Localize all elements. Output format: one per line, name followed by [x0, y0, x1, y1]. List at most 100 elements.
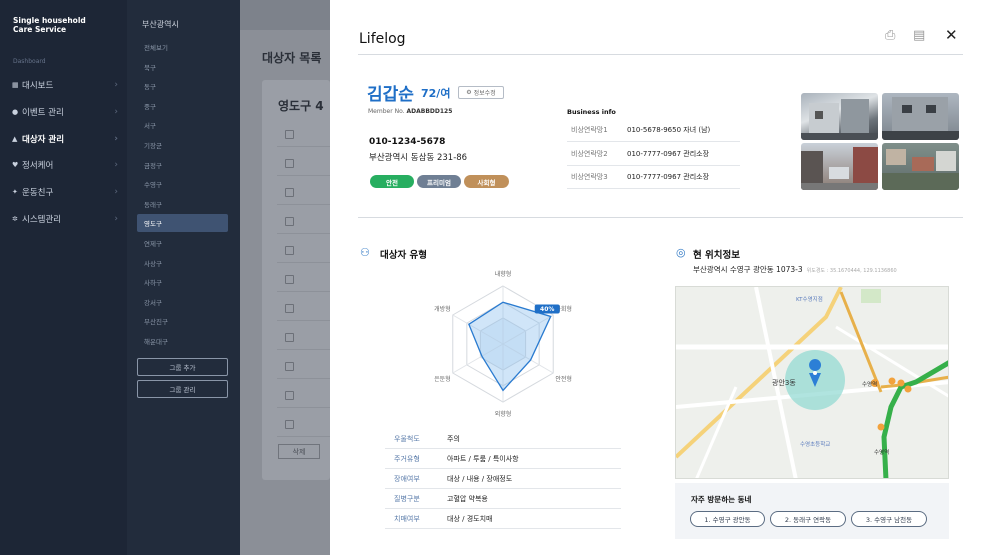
row-divider [277, 320, 330, 321]
row-checkbox[interactable] [285, 217, 294, 226]
row-checkbox[interactable] [285, 188, 294, 197]
nav-item-2[interactable]: ▲ 대상자 관리 › [12, 131, 118, 147]
row-divider [277, 349, 330, 350]
frequent-area-pill[interactable]: 1. 수영구 광안동 [690, 511, 765, 527]
background-card [262, 80, 330, 480]
grid-icon: ▦ [12, 81, 19, 89]
row-checkbox[interactable] [285, 246, 294, 255]
brand-logo: Single household Care Service [13, 16, 86, 34]
nav-item-label: 대상자 관리 [22, 135, 65, 145]
nav-item-label: 운동친구 [22, 188, 54, 198]
delete-button[interactable]: 삭제 [278, 444, 320, 459]
add-group-button[interactable]: 그룹 추가 [137, 358, 228, 376]
subnav-item[interactable]: 부산진구 [137, 312, 228, 330]
profile-phone: 010-1234-5678 [369, 137, 446, 147]
type-info-label: 우울척도 [394, 434, 420, 443]
emergency-contact-label: 비상연락망2 [571, 149, 608, 158]
person-icon: ⚇ [360, 246, 370, 259]
subnav-item[interactable]: 사하구 [137, 273, 228, 291]
subnav-item[interactable]: 해운대구 [137, 332, 228, 350]
row-checkbox[interactable] [285, 391, 294, 400]
row-checkbox[interactable] [285, 420, 294, 429]
radar-axis-label: 안전형 [555, 375, 572, 383]
map-kt-label: KT수영지점 [796, 297, 823, 303]
profile-tag: 사회형 [464, 175, 509, 188]
type-info-label: 주거유형 [394, 454, 420, 463]
subnav-item[interactable]: 전체보기 [137, 38, 228, 56]
type-info-value: 주의 [447, 434, 460, 443]
location-address: 부산광역시 수영구 광안동 1073-3 위도경도 : 35.1670444, 1… [693, 264, 897, 275]
subnav-item[interactable]: 강서구 [137, 293, 228, 311]
save-icon[interactable]: ▤ [913, 28, 925, 43]
house-photo-1[interactable] [801, 93, 878, 140]
subnav-item[interactable]: 동구 [137, 77, 228, 95]
heart-icon: ♥ [12, 161, 19, 169]
subnav-item[interactable]: 수영구 [137, 175, 228, 193]
type-info-value: 대상 / 내용 / 장애정도 [447, 474, 513, 483]
section-divider [358, 217, 963, 218]
member-number-value: ADABBDD125 [406, 108, 453, 115]
house-photo-3[interactable] [801, 143, 878, 190]
print-icon[interactable]: ⎙ [885, 28, 895, 43]
run-icon: ✦ [12, 188, 18, 196]
manage-group-button[interactable]: 그룹 관리 [137, 380, 228, 398]
location-section-title: 현 위치정보 [693, 250, 741, 261]
type-info-value: 아파트 / 투룸 / 특이사항 [447, 454, 519, 463]
subnav-item[interactable]: 연제구 [137, 234, 228, 252]
subnav-item[interactable]: 영도구 [137, 214, 228, 233]
type-info-value: 고혈압 약복용 [447, 494, 488, 503]
map-station-label: 수영역 [862, 382, 878, 388]
map-area-label: 광안3동 [772, 379, 796, 387]
location-map[interactable]: 광안3동 수영역 수영역 수영초등학교 KT수영지점 [675, 286, 949, 479]
house-photo-4[interactable] [882, 143, 959, 190]
subnav-item[interactable]: 사상구 [137, 254, 228, 272]
subnav-item[interactable]: 중구 [137, 97, 228, 115]
row-checkbox[interactable] [285, 362, 294, 371]
profile-tag: 프리미엄 [417, 175, 461, 188]
nav-item-1[interactable]: ● 이벤트 관리 › [12, 104, 118, 120]
row-divider [277, 407, 330, 408]
nav-item-3[interactable]: ♥ 정서케어 › [12, 157, 118, 173]
house-photo-2[interactable] [882, 93, 959, 140]
radar-data-area [468, 301, 552, 392]
emergency-contact-row: 비상연락망3 010-7777-0967 관리소장 [567, 166, 740, 189]
row-checkbox[interactable] [285, 333, 294, 342]
member-number-label: Member No. [368, 108, 405, 115]
frequent-visit-title: 자주 방문하는 동네 [691, 495, 752, 504]
frequent-area-pill[interactable]: 2. 동래구 연락동 [770, 511, 846, 527]
row-divider [277, 291, 330, 292]
frequent-area-pill[interactable]: 3. 수영구 남천동 [851, 511, 927, 527]
close-icon[interactable]: ✕ [945, 26, 958, 44]
subnav-item[interactable]: 서구 [137, 116, 228, 134]
header-divider [358, 54, 963, 55]
emergency-contact-row: 비상연락망1 010-5678-9650 자녀 (남) [567, 119, 740, 142]
emergency-contact-row: 비상연락망2 010-7777-0967 관리소장 [567, 143, 740, 166]
edit-info-button[interactable]: ⚙ 정보수정 [458, 86, 504, 99]
row-divider [277, 436, 330, 437]
subnav-item[interactable]: 기장군 [137, 136, 228, 154]
subnav-item[interactable]: 동래구 [137, 195, 228, 213]
subnav-item[interactable]: 북구 [137, 58, 228, 76]
row-divider [277, 175, 330, 176]
type-info-row: 질병구분 고혈압 약복용 [385, 489, 621, 509]
row-divider [277, 262, 330, 263]
nav-item-5[interactable]: ✲ 시스템관리 › [12, 211, 118, 227]
background-page-title: 대상자 목록 [262, 51, 322, 65]
emergency-contact-label: 비상연락망3 [571, 173, 608, 181]
subnav-item[interactable]: 금정구 [137, 156, 228, 174]
radar-axis-label: 은둔형 [434, 375, 451, 383]
row-checkbox[interactable] [285, 304, 294, 313]
bell-icon: ● [12, 108, 19, 116]
panel-title: Lifelog [359, 31, 406, 47]
member-number: Member No. ADABBDD125 [368, 108, 452, 115]
row-checkbox[interactable] [285, 275, 294, 284]
nav-item-label: 대시보드 [22, 81, 54, 91]
nav-item-4[interactable]: ✦ 운동친구 › [12, 184, 118, 200]
type-radar-chart: 내향형사회형안전형외향형은둔형개방형 40% [434, 270, 572, 418]
row-checkbox[interactable] [285, 159, 294, 168]
nav-item-0[interactable]: ▦ 대시보드 › [12, 77, 118, 93]
type-info-label: 장애여부 [394, 474, 420, 483]
row-checkbox[interactable] [285, 130, 294, 139]
profile-name: 김갑순 [367, 85, 414, 105]
chevron-right-icon: › [114, 160, 118, 170]
